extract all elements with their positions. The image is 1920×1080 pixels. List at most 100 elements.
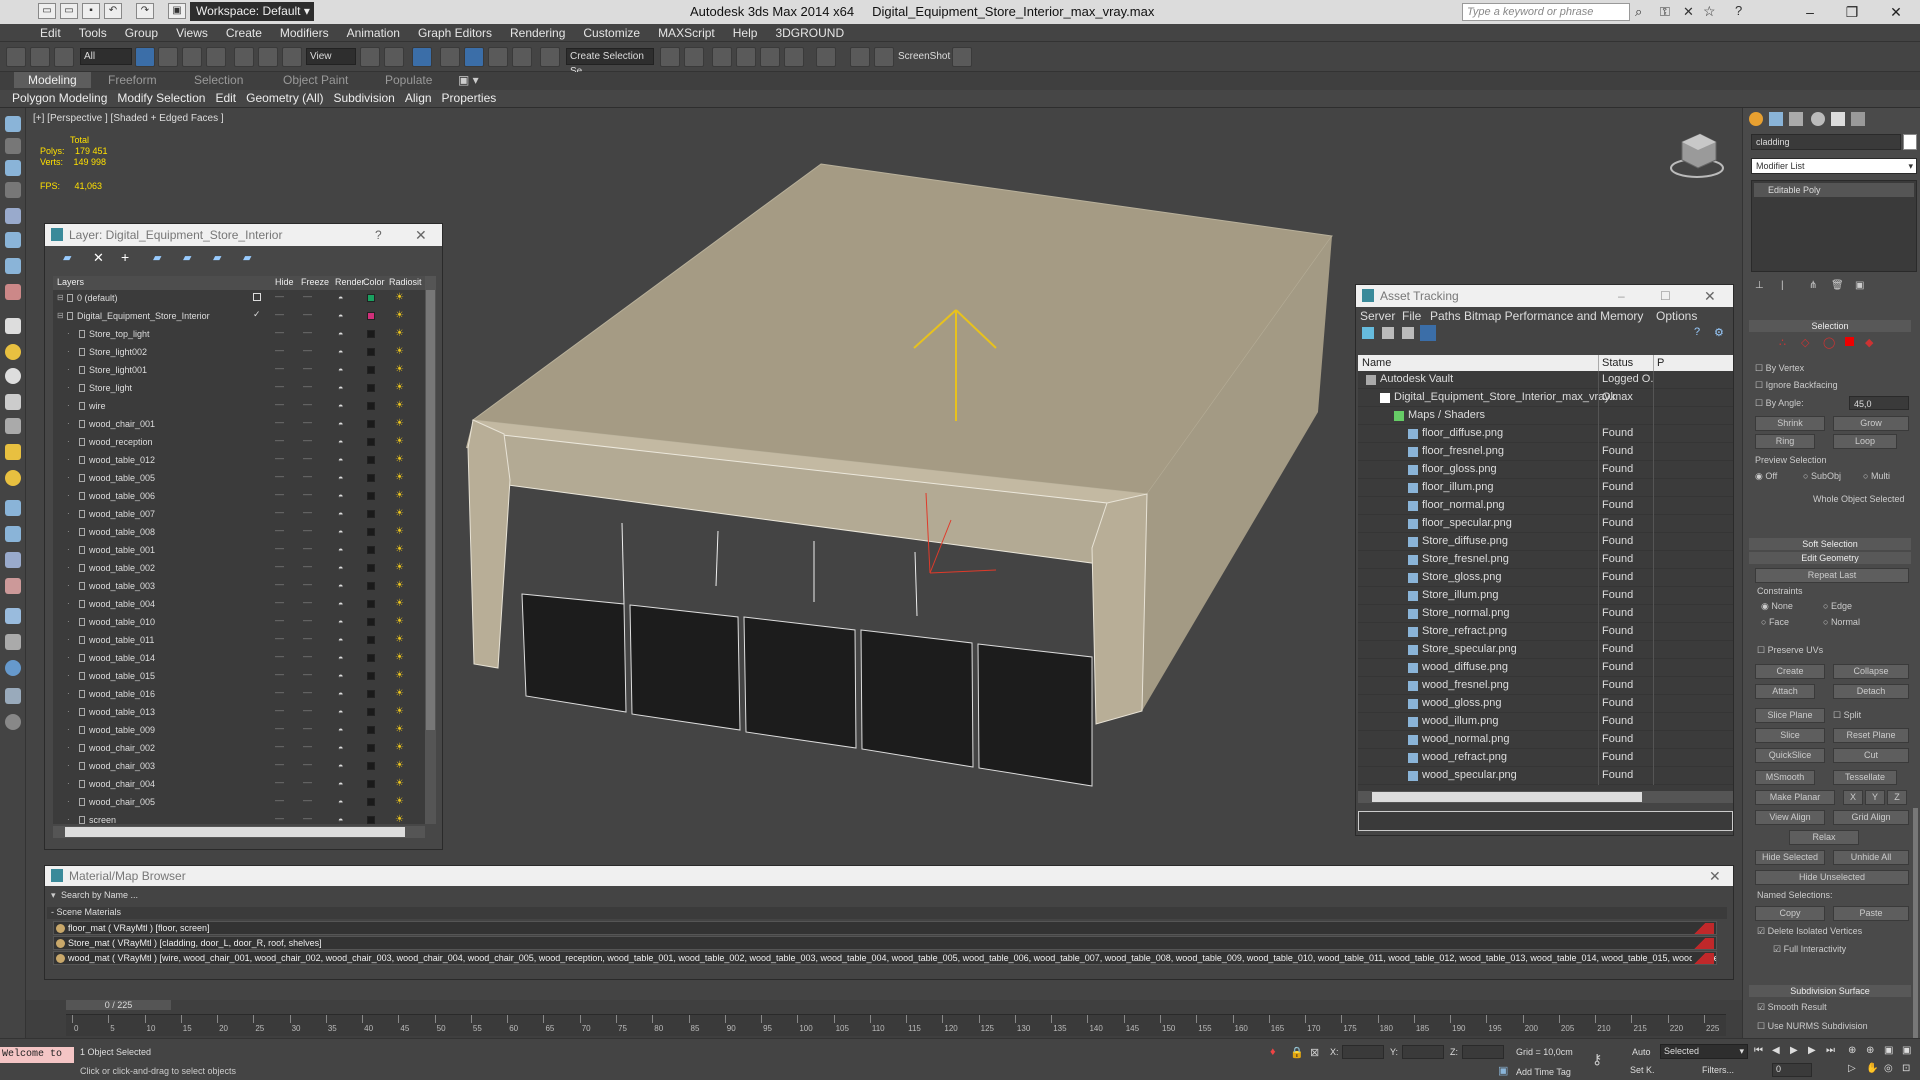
layer-color-swatch[interactable]	[367, 438, 375, 446]
layer-color-swatch[interactable]	[367, 708, 375, 716]
hide-toggle[interactable]: —	[275, 489, 284, 499]
hide-toggle[interactable]: —	[275, 795, 284, 805]
zoom-all-icon[interactable]: ⊕	[1866, 1045, 1874, 1056]
menu-group[interactable]: Group	[116, 24, 167, 40]
workspace-dropdown[interactable]: Workspace: Default ▾	[190, 2, 314, 21]
layer-row[interactable]: · wood_table_007 — — ◓ ☀	[53, 506, 430, 524]
maximize-icon[interactable]: ☐	[1660, 285, 1671, 307]
radiosity-icon[interactable]: ☀	[395, 364, 404, 375]
layer-row[interactable]: · wood_table_004 — — ◓ ☀	[53, 596, 430, 614]
maximize-viewport-icon[interactable]: ⊡	[1902, 1063, 1910, 1074]
object-color-swatch[interactable]	[1903, 134, 1917, 150]
time-tag-icon[interactable]: ▣	[1498, 1064, 1508, 1077]
expand-icon[interactable]: ·	[67, 815, 70, 824]
freeze-toggle[interactable]: —	[303, 489, 312, 499]
redo-icon[interactable]: ↷	[136, 3, 154, 19]
asset-row[interactable]: Store_diffuse.png Found	[1358, 533, 1733, 551]
material-item[interactable]: Store_mat ( VRayMtl ) [cladding, door_L,…	[53, 936, 1717, 950]
render-toggle-icon[interactable]: ◓	[338, 311, 343, 321]
layer-row[interactable]: · Store_light001 — — ◓ ☀	[53, 362, 430, 380]
layer-color-swatch[interactable]	[367, 582, 375, 590]
radiosity-icon[interactable]: ☀	[395, 688, 404, 699]
tab-modeling[interactable]: Modeling	[14, 72, 91, 88]
menu-rendering[interactable]: Rendering	[501, 24, 574, 40]
layer-row[interactable]: · wood_table_006 — — ◓ ☀	[53, 488, 430, 506]
layer-row[interactable]: · wood_table_010 — — ◓ ☀	[53, 614, 430, 632]
asset-row[interactable]: wood_fresnel.png Found	[1358, 677, 1733, 695]
layer-row[interactable]: · wood_table_016 — — ◓ ☀	[53, 686, 430, 704]
collapse-button[interactable]: Collapse	[1833, 664, 1909, 679]
column-color[interactable]: Color	[363, 277, 385, 287]
layer-color-swatch[interactable]	[367, 420, 375, 428]
freeze-toggle[interactable]: —	[303, 309, 312, 319]
tool-icon[interactable]	[5, 258, 21, 274]
expand-icon[interactable]: ⊟	[57, 311, 64, 320]
column-render[interactable]: Render	[335, 277, 365, 287]
freeze-toggle[interactable]: —	[303, 795, 312, 805]
tool-icon[interactable]	[5, 470, 21, 486]
hide-toggle[interactable]: —	[275, 705, 284, 715]
goto-start-icon[interactable]: ⏮	[1754, 1045, 1763, 1056]
constraint-face-radio[interactable]: ○ Face	[1761, 617, 1789, 627]
isolate-icon[interactable]: ♦	[1270, 1046, 1276, 1058]
reference-coordinate-dropdown[interactable]: View	[306, 48, 356, 65]
menu-animation[interactable]: Animation	[338, 24, 409, 40]
layer-row[interactable]: · Store_light — — ◓ ☀	[53, 380, 430, 398]
asset-menu-bitmap[interactable]: Bitmap Performance and Memory	[1464, 309, 1643, 323]
layer-color-swatch[interactable]	[367, 690, 375, 698]
x-coordinate-field[interactable]	[1342, 1045, 1384, 1059]
hide-toggle[interactable]: —	[275, 759, 284, 769]
hide-toggle[interactable]: —	[275, 633, 284, 643]
render-toggle-icon[interactable]: ◓	[338, 563, 343, 573]
expand-icon[interactable]: ·	[67, 797, 70, 806]
freeze-toggle[interactable]: —	[303, 345, 312, 355]
render-toggle-icon[interactable]: ◓	[338, 635, 343, 645]
radiosity-icon[interactable]: ☀	[395, 400, 404, 411]
soft-selection-rollout-header[interactable]: Soft Selection	[1749, 538, 1911, 550]
asset-row[interactable]: floor_fresnel.png Found	[1358, 443, 1733, 461]
menu-graph-editors[interactable]: Graph Editors	[409, 24, 501, 40]
preview-multi-radio[interactable]: ○ Multi	[1863, 471, 1890, 481]
subdivision-rollout-header[interactable]: Subdivision Surface	[1749, 985, 1911, 997]
active-layer-icon[interactable]	[253, 293, 261, 301]
freeze-toggle[interactable]: —	[303, 741, 312, 751]
layer-row[interactable]: · wood_chair_002 — — ◓ ☀	[53, 740, 430, 758]
freeze-toggle[interactable]: —	[303, 651, 312, 661]
material-search[interactable]: ▾ Search by Name ...	[45, 888, 1733, 904]
radiosity-icon[interactable]: ☀	[395, 310, 404, 321]
object-name-field[interactable]: cladding	[1751, 134, 1901, 150]
radiosity-icon[interactable]: ☀	[395, 328, 404, 339]
utilities-tab-icon[interactable]	[1851, 112, 1865, 126]
tab-selection[interactable]: Selection	[194, 73, 243, 87]
ring-button[interactable]: Ring	[1755, 434, 1815, 449]
expand-icon[interactable]: ·	[67, 743, 70, 752]
layer-row[interactable]: · wood_reception — — ◓ ☀	[53, 434, 430, 452]
shrink-button[interactable]: Shrink	[1755, 416, 1825, 431]
tool-icon[interactable]	[5, 608, 21, 624]
layer-color-swatch[interactable]	[367, 402, 375, 410]
layer-row[interactable]: · wood_chair_001 — — ◓ ☀	[53, 416, 430, 434]
view-align-button[interactable]: View Align	[1755, 810, 1825, 825]
menu-create[interactable]: Create	[217, 24, 271, 40]
freeze-toggle[interactable]: —	[303, 669, 312, 679]
freeze-toggle[interactable]: —	[303, 597, 312, 607]
freeze-toggle[interactable]: —	[303, 399, 312, 409]
render-toggle-icon[interactable]: ◓	[338, 455, 343, 465]
layer-color-swatch[interactable]	[367, 816, 375, 824]
element-level-icon[interactable]: ◆	[1865, 336, 1873, 349]
full-interactivity-checkbox[interactable]: ☑ Full Interactivity	[1773, 944, 1846, 955]
material-item[interactable]: wood_mat ( VRayMtl ) [wire, wood_chair_0…	[53, 951, 1717, 965]
select-manipulate-icon[interactable]	[384, 47, 404, 67]
remove-modifier-icon[interactable]: 🗑	[1831, 280, 1844, 291]
hide-toggle[interactable]: —	[275, 669, 284, 679]
expand-icon[interactable]: ·	[67, 401, 70, 410]
move-icon[interactable]	[234, 47, 254, 67]
selection-filter-dropdown[interactable]: All	[80, 48, 132, 65]
layer-row[interactable]: ⊟ Digital_Equipment_Store_Interior — — ◓ ☀ ✓	[53, 308, 430, 326]
expand-icon[interactable]: ·	[67, 671, 70, 680]
set-key-icon[interactable]: ⚷	[1592, 1051, 1602, 1068]
split-checkbox[interactable]: ☐ Split	[1833, 710, 1861, 721]
expand-icon[interactable]: ·	[67, 491, 70, 500]
snaps-toggle-icon[interactable]	[440, 47, 460, 67]
layer-color-swatch[interactable]	[367, 618, 375, 626]
